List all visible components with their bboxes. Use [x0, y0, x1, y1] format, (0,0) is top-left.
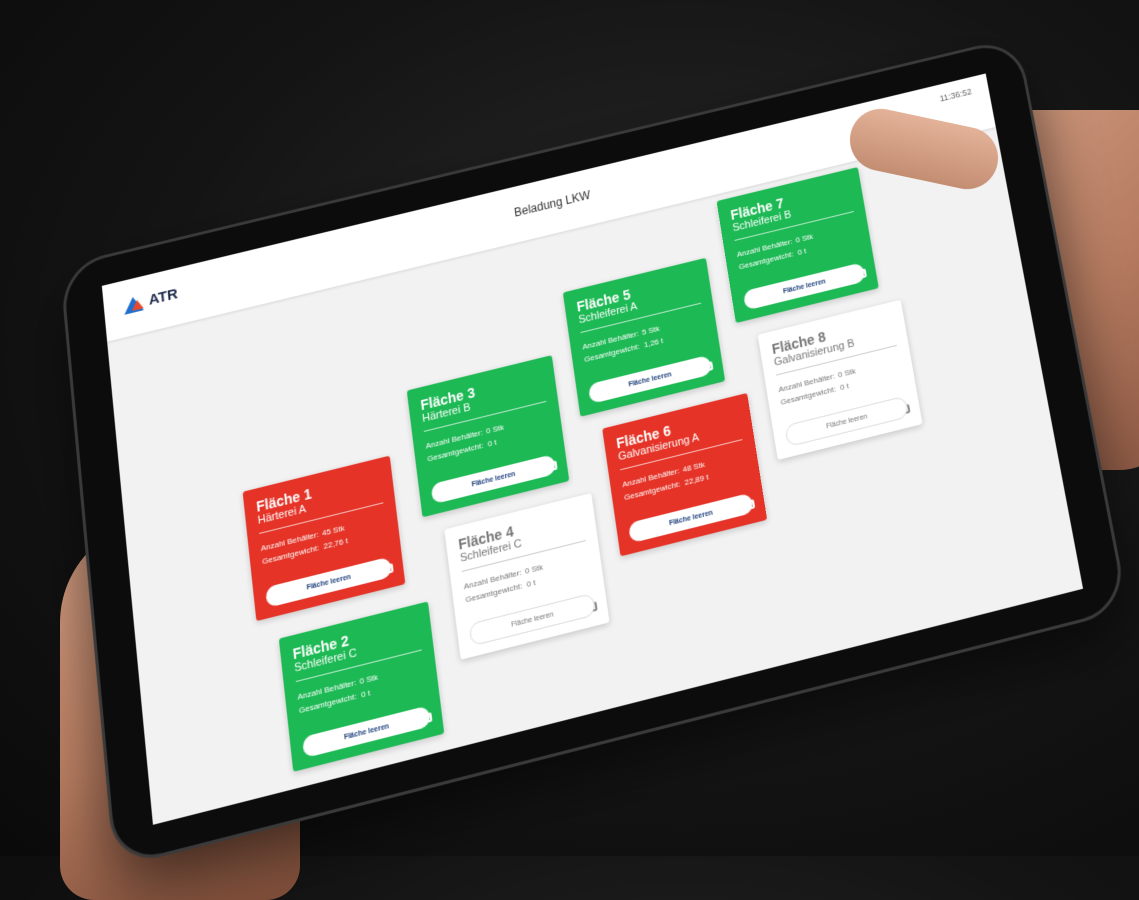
empty-area-button[interactable]: Fläche leeren — [301, 705, 431, 759]
empty-area-button[interactable]: Fläche leeren — [587, 354, 713, 405]
empty-area-button[interactable]: Fläche leeren — [627, 492, 754, 544]
area-card-7: Fläche 7 Schleiferei B Anzahl Behälter: 0… — [716, 167, 879, 324]
area-card-4: Fläche 4 Schleiferei C Anzahl Behälter: 0… — [444, 493, 610, 660]
area-card-3: Fläche 3 Härterei B Anzahl Behälter: 0 St… — [406, 355, 570, 518]
weight-value: 0 t — [839, 381, 850, 393]
empty-area-button[interactable]: Fläche leeren — [265, 556, 393, 608]
weight-value: 0 t — [487, 437, 498, 449]
weight-value: 0 t — [360, 688, 371, 700]
tablet-screen: ATR Beladung LKW 11:36:52 Fläche 1 Härte… — [101, 73, 1084, 825]
area-card-2: Fläche 2 Schleiferei C Anzahl Behälter: 0… — [278, 601, 445, 772]
empty-area-button[interactable]: Fläche leeren — [742, 262, 866, 311]
weight-value: 0 t — [797, 246, 807, 258]
weight-value: 0 t — [526, 577, 537, 590]
area-card-1: Fläche 1 Härterei A Anzahl Behälter: 45 S… — [242, 455, 406, 622]
empty-area-button[interactable]: Fläche leeren — [430, 454, 557, 505]
area-card-6: Fläche 6 Galvanisierung A Anzahl Behälte… — [602, 392, 768, 557]
area-card-8: Fläche 8 Galvanisierung B Anzahl Behälte… — [757, 299, 923, 461]
area-card-5: Fläche 5 Schleiferei A Anzahl Behälter: 5… — [562, 257, 726, 417]
